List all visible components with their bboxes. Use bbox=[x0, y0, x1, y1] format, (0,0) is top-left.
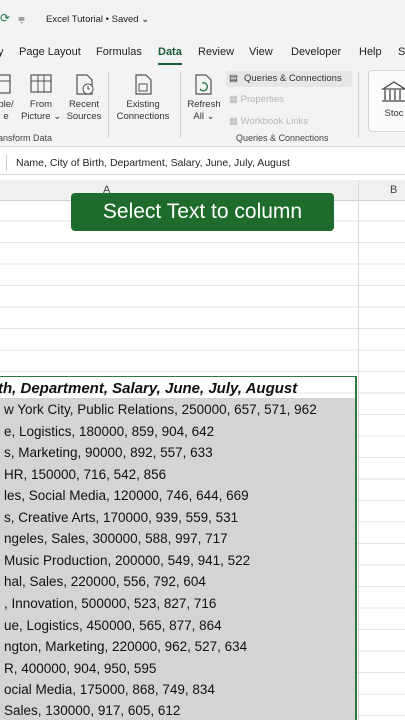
workbook-links-button[interactable]: ▦ Workbook Links bbox=[229, 116, 308, 127]
formula-input[interactable]: Name, City of Birth, Department, Salary,… bbox=[16, 157, 290, 169]
formula-bar[interactable]: Name, City of Birth, Department, Salary,… bbox=[0, 152, 405, 175]
properties-label: Properties bbox=[240, 94, 284, 105]
stocks-button[interactable]: Stoc bbox=[368, 70, 405, 132]
properties-icon: ▦ bbox=[229, 94, 238, 105]
from-picture-label: From Picture ⌄ bbox=[21, 99, 62, 122]
tab-formulas[interactable]: Formulas bbox=[96, 46, 142, 58]
table-icon bbox=[0, 74, 11, 94]
tab-developer[interactable]: Developer bbox=[291, 46, 341, 58]
recent-sources-button[interactable]: Recent Sources bbox=[64, 72, 104, 123]
formula-bar-divider bbox=[6, 155, 7, 171]
tab-review[interactable]: Review bbox=[198, 46, 234, 58]
column-border bbox=[358, 180, 359, 720]
tab-search[interactable]: S bbox=[398, 46, 405, 58]
ribbon-divider bbox=[108, 72, 109, 138]
workbook-links-icon: ▦ bbox=[229, 116, 238, 127]
customize-toolbar-icon[interactable]: ⩦ bbox=[18, 11, 25, 26]
tutorial-caption: Select Text to column bbox=[71, 193, 334, 231]
column-header-b[interactable]: B bbox=[390, 184, 397, 196]
existing-connections-button[interactable]: Existing Connections bbox=[114, 72, 172, 123]
title-bar: ⟳ ⩦ Excel Tutorial • Saved ⌄ bbox=[0, 0, 405, 40]
from-table-button[interactable]: ble/ e bbox=[0, 72, 18, 123]
refresh-icon bbox=[195, 74, 212, 95]
ribbon-divider bbox=[358, 72, 359, 138]
properties-button[interactable]: ▦ Properties bbox=[229, 94, 284, 105]
ribbon-tabs: y Page Layout Formulas Data Review View … bbox=[0, 40, 405, 66]
refresh-all-button[interactable]: Refresh All ⌄ bbox=[186, 72, 222, 123]
picture-table-icon bbox=[30, 74, 52, 93]
from-picture-button[interactable]: From Picture ⌄ bbox=[21, 72, 61, 123]
document-title[interactable]: Excel Tutorial • Saved ⌄ bbox=[46, 14, 149, 25]
tab-view[interactable]: View bbox=[249, 46, 273, 58]
queries-connections-icon: ▤ bbox=[229, 73, 238, 84]
group-get-transform-label: ansform Data bbox=[0, 133, 53, 143]
stocks-label: Stoc bbox=[384, 108, 404, 119]
stocks-icon bbox=[380, 81, 405, 102]
recent-sources-label: Recent Sources bbox=[66, 99, 102, 122]
selection-border bbox=[0, 376, 357, 720]
active-tab-indicator bbox=[158, 63, 182, 65]
workbook-links-label: Workbook Links bbox=[240, 116, 309, 127]
tab-help[interactable]: Help bbox=[359, 46, 382, 58]
ribbon-divider bbox=[180, 72, 181, 138]
from-table-label: ble/ e bbox=[0, 99, 14, 122]
recent-sources-icon bbox=[76, 74, 94, 95]
queries-connections-label: Queries & Connections bbox=[244, 73, 342, 84]
autosave-icon[interactable]: ⟳ bbox=[0, 11, 10, 25]
tab-insert[interactable]: y bbox=[0, 46, 4, 58]
ribbon: ble/ e From Picture ⌄ Recent Sources Exi… bbox=[0, 66, 405, 147]
queries-connections-button[interactable]: ▤ Queries & Connections bbox=[226, 71, 352, 87]
tab-page-layout[interactable]: Page Layout bbox=[19, 46, 81, 58]
refresh-all-label: Refresh All ⌄ bbox=[187, 99, 221, 122]
tab-data[interactable]: Data bbox=[158, 46, 182, 58]
group-queries-label: Queries & Connections bbox=[236, 133, 329, 143]
existing-connections-icon bbox=[135, 74, 152, 95]
existing-connections-label: Existing Connections bbox=[116, 99, 170, 122]
